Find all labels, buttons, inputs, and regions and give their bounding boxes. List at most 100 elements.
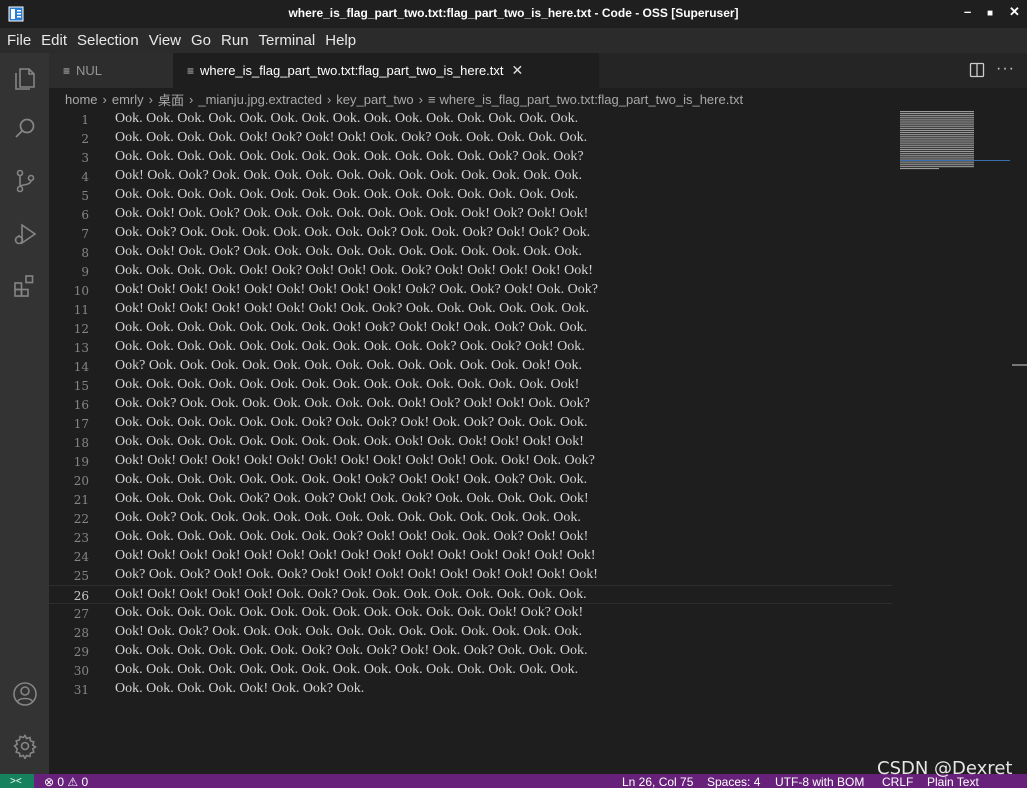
editor-line[interactable]: 9 Ook. Ook. Ook. Ook. Ook! Ook? Ook! Ook!… [49,262,892,281]
editor-line[interactable]: 20 Ook. Ook. Ook. Ook. Ook. Ook. Ook. Ook… [49,471,892,490]
breadcrumb-item-extracted[interactable]: _mianju.jpg.extracted [198,92,322,107]
minimap[interactable] [900,111,975,171]
minimap-line [900,143,974,145]
menu-terminal[interactable]: Terminal [254,28,321,53]
editor-line[interactable]: 26 Ook! Ook! Ook! Ook! Ook! Ook. Ook? Ook… [49,585,892,604]
extensions-icon[interactable] [12,273,38,299]
breadcrumb-item-home[interactable]: home [65,92,98,107]
breadcrumb-item-key-part-two[interactable]: key_part_two [336,92,413,107]
account-icon[interactable] [12,681,38,707]
line-text: Ook. Ook! Ook. Ook? Ook. Ook. Ook. Ook. … [115,244,583,259]
encoding-setting[interactable]: UTF-8 with BOM [775,775,864,788]
editor-line[interactable]: 23 Ook. Ook. Ook. Ook. Ook. Ook. Ook. Ook… [49,528,892,547]
breadcrumb: home › emrly › 桌面 › _mianju.jpg.extracte… [49,88,1027,110]
line-number: 13 [73,341,89,355]
editor-line[interactable]: 14 Ook? Ook. Ook. Ook. Ook. Ook. Ook. Ook… [49,357,892,376]
editor-line[interactable]: 4 Ook! Ook. Ook? Ook. Ook. Ook. Ook. Ook.… [49,167,892,186]
settings-gear-icon[interactable] [12,733,38,761]
line-number: 2 [81,132,89,146]
editor-line[interactable]: 19 Ook! Ook! Ook! Ook! Ook! Ook! Ook! Ook… [49,452,892,471]
search-icon[interactable] [12,116,38,142]
breadcrumb-item-desktop[interactable]: 桌面 [158,90,184,109]
maximize-button[interactable]: ■ [987,8,993,19]
menu-edit[interactable]: Edit [36,28,72,53]
minimap-line [900,162,974,164]
cursor-position[interactable]: Ln 26, Col 75 [622,775,693,788]
line-text: Ook! Ook. Ook? Ook. Ook. Ook. Ook. Ook. … [115,624,583,639]
line-text: Ook. Ook. Ook. Ook. Ook! Ook. Ook? Ook. [115,681,365,696]
close-window-button[interactable]: ✕ [1009,4,1020,20]
line-text: Ook. Ook. Ook. Ook. Ook. Ook. Ook. Ook. … [115,605,584,620]
editor-line[interactable]: 29 Ook. Ook. Ook. Ook. Ook. Ook. Ook? Ook… [49,642,892,661]
editor-line[interactable]: 1 Ook. Ook. Ook. Ook. Ook. Ook. Ook. Ook.… [49,110,892,129]
minimap-line [900,156,974,158]
activity-bar [0,53,49,774]
tab-nul[interactable]: ≡ NUL [49,53,173,88]
editor-line[interactable]: 10 Ook! Ook! Ook! Ook! Ook! Ook! Ook! Ook… [49,281,892,300]
editor-line[interactable]: 8 Ook. Ook! Ook. Ook? Ook. Ook. Ook. Ook.… [49,243,892,262]
minimap-line [900,168,939,170]
editor-line[interactable]: 18 Ook. Ook. Ook. Ook. Ook. Ook. Ook. Ook… [49,433,892,452]
more-actions-icon[interactable]: ··· [996,60,1015,78]
editor-line[interactable]: 27 Ook. Ook. Ook. Ook. Ook. Ook. Ook. Ook… [49,604,892,623]
editor-line[interactable]: 6 Ook. Ook! Ook. Ook? Ook. Ook. Ook. Ook.… [49,205,892,224]
editor-line[interactable]: 7 Ook. Ook? Ook. Ook. Ook. Ook. Ook. Ook.… [49,224,892,243]
editor-area[interactable]: 1 Ook. Ook. Ook. Ook. Ook. Ook. Ook. Ook.… [49,110,1027,774]
explorer-icon[interactable] [12,65,38,91]
editor-line[interactable]: 12 Ook. Ook. Ook. Ook. Ook. Ook. Ook. Ook… [49,319,892,338]
chevron-right-icon: › [148,91,153,107]
menu-view[interactable]: View [144,28,186,53]
editor-line[interactable]: 2 Ook. Ook. Ook. Ook. Ook! Ook? Ook! Ook!… [49,129,892,148]
line-number: 23 [73,531,89,545]
editor-line[interactable]: 16 Ook. Ook? Ook. Ook. Ook. Ook. Ook. Ook… [49,395,892,414]
editor-line[interactable]: 21 Ook. Ook. Ook. Ook. Ook? Ook. Ook? Ook… [49,490,892,509]
tab-bar: ≡ NUL ≡ where_is_flag_part_two.txt:flag_… [49,53,1027,88]
menu-selection[interactable]: Selection [72,28,144,53]
close-tab-icon[interactable]: ✕ [512,62,524,79]
problems-indicator[interactable]: ⊗ 0 ⚠ 0 [44,775,88,788]
menu-run[interactable]: Run [216,28,254,53]
window-title: where_is_flag_part_two.txt:flag_part_two… [288,6,739,20]
title-bar: where_is_flag_part_two.txt:flag_part_two… [0,0,1027,28]
menu-help[interactable]: Help [320,28,361,53]
scrollbar-overview-ruler[interactable] [1012,364,1027,366]
editor-line[interactable]: 13 Ook. Ook. Ook. Ook. Ook. Ook. Ook. Ook… [49,338,892,357]
editor-line[interactable]: 17 Ook. Ook. Ook. Ook. Ook. Ook. Ook? Ook… [49,414,892,433]
line-text: Ook! Ook! Ook! Ook! Ook! Ook! Ook! Ook. … [115,301,590,316]
minimap-line [900,118,974,120]
run-debug-icon[interactable] [12,221,38,247]
minimap-line [900,141,974,143]
menu-file[interactable]: File [0,28,36,53]
menu-go[interactable]: Go [186,28,216,53]
split-editor-icon[interactable] [969,62,985,78]
file-lines-icon: ≡ [63,63,71,78]
minimap-line [900,133,974,135]
remote-indicator-button[interactable]: >< [0,774,34,788]
minimap-viewport-indicator[interactable] [900,160,1010,161]
line-number: 22 [73,512,89,526]
editor-line[interactable]: 30 Ook. Ook. Ook. Ook. Ook. Ook. Ook. Ook… [49,661,892,680]
minimap-line [900,112,974,114]
editor-line[interactable]: 28 Ook! Ook. Ook? Ook. Ook. Ook. Ook. Ook… [49,623,892,642]
editor-line[interactable]: 11 Ook! Ook! Ook! Ook! Ook! Ook! Ook! Ook… [49,300,892,319]
minimap-line [900,154,974,156]
line-number: 14 [73,360,89,374]
minimap-line [900,124,974,126]
breadcrumb-item-emrly[interactable]: emrly [112,92,144,107]
line-number: 25 [73,569,89,583]
breadcrumb-item-file[interactable]: where_is_flag_part_two.txt:flag_part_two… [440,92,744,107]
indentation-setting[interactable]: Spaces: 4 [707,775,760,788]
line-text: Ook. Ook. Ook. Ook. Ook. Ook. Ook. Ook? … [115,529,589,544]
minimap-line [900,126,974,128]
source-control-icon[interactable] [12,168,38,194]
minimap-line [900,128,974,130]
editor-line[interactable]: 25 Ook? Ook. Ook? Ook! Ook. Ook? Ook! Ook… [49,566,892,585]
editor-line[interactable]: 15 Ook. Ook. Ook. Ook. Ook. Ook. Ook. Ook… [49,376,892,395]
tab-flag-part-two[interactable]: ≡ where_is_flag_part_two.txt:flag_part_t… [173,53,599,88]
editor-line[interactable]: 22 Ook. Ook? Ook. Ook. Ook. Ook. Ook. Ook… [49,509,892,528]
editor-line[interactable]: 5 Ook. Ook. Ook. Ook. Ook. Ook. Ook. Ook.… [49,186,892,205]
minimize-button[interactable]: – [964,4,971,19]
editor-line[interactable]: 24 Ook! Ook! Ook! Ook! Ook! Ook! Ook! Ook… [49,547,892,566]
editor-line[interactable]: 3 Ook. Ook. Ook. Ook. Ook. Ook. Ook. Ook.… [49,148,892,167]
editor-line[interactable]: 31 Ook. Ook. Ook. Ook. Ook! Ook. Ook? Ook… [49,680,892,699]
